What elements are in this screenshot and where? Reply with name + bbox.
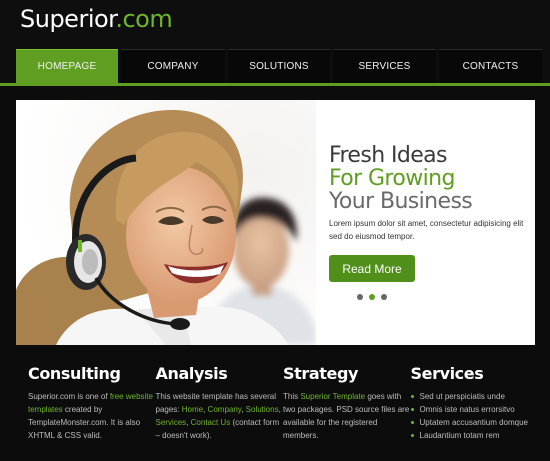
hero-line-1: Fresh Ideas	[329, 143, 447, 168]
column-analysis: Analysis This website template has sever…	[156, 364, 284, 442]
consulting-title: Consulting	[28, 364, 121, 383]
services-list-item[interactable]: Uptatem accusantium domque	[410, 416, 539, 429]
nav-item-solutions[interactable]: SOLUTIONS	[228, 49, 330, 83]
superior-template-link[interactable]: Superior Template	[300, 392, 365, 401]
hero-headline: Fresh Ideas For Growing Your Business	[329, 143, 473, 214]
separator: ,	[278, 405, 281, 414]
nav-item-contacts[interactable]: CONTACTS	[439, 49, 542, 83]
services-list-item[interactable]: Sed ut perspiciatis unde	[410, 390, 539, 403]
site-header: Superior.com HOMEPAGE COMPANY SOLUTIONS …	[0, 0, 550, 86]
hero-line-2: For Growing	[329, 166, 455, 191]
main-nav: HOMEPAGE COMPANY SOLUTIONS SERVICES CONT…	[16, 49, 550, 83]
solutions-link[interactable]: Solutions	[246, 405, 279, 414]
slide-dot-2[interactable]	[369, 294, 375, 300]
services-link[interactable]: Services	[156, 418, 187, 427]
services-list-item[interactable]: Laudantium totam rem	[410, 429, 539, 442]
logo-suffix: .com	[115, 5, 173, 33]
nav-item-company[interactable]: COMPANY	[121, 49, 225, 83]
column-services: Services Sed ut perspiciatis unde Omnis …	[410, 364, 539, 442]
site-logo[interactable]: Superior.com	[20, 5, 173, 33]
support-agent-photo	[16, 100, 316, 345]
read-more-button[interactable]: Read More	[329, 255, 415, 282]
slide-dot-1[interactable]	[357, 294, 363, 300]
services-list: Sed ut perspiciatis unde Omnis iste natu…	[410, 390, 539, 442]
services-title: Services	[410, 364, 484, 383]
nav-item-homepage[interactable]: HOMEPAGE	[16, 49, 118, 83]
hero-line-3: Your Business	[329, 189, 473, 214]
nav-divider	[0, 83, 550, 86]
slider-pagination	[357, 294, 387, 300]
feature-columns: Consulting Superior.com is one of free w…	[28, 364, 538, 442]
slide-dot-3[interactable]	[381, 294, 387, 300]
consulting-text-part: Superior.com is one of	[28, 392, 110, 401]
column-strategy: Strategy This Superior Template goes wit…	[283, 364, 411, 442]
logo-name: Superior	[20, 5, 116, 33]
contact-us-link[interactable]: Contact Us	[191, 418, 231, 427]
nav-item-services[interactable]: SERVICES	[333, 49, 436, 83]
services-list-item[interactable]: Omnis iste natus errorsitvo	[410, 403, 539, 416]
company-link[interactable]: Company	[208, 405, 242, 414]
analysis-title: Analysis	[155, 364, 228, 383]
hero-text: Lorem ipsum dolor sit amet, consectetur …	[329, 219, 524, 241]
column-consulting: Consulting Superior.com is one of free w…	[28, 364, 156, 442]
home-link[interactable]: Home	[182, 405, 203, 414]
strategy-text-part: This	[283, 392, 301, 401]
analysis-text: This website template has several pages:…	[156, 390, 284, 442]
hero-slider: Fresh Ideas For Growing Your Business Lo…	[16, 100, 535, 345]
strategy-title: Strategy	[283, 364, 359, 383]
consulting-text: Superior.com is one of free website temp…	[28, 390, 156, 442]
strategy-text: This Superior Template goes with two pac…	[283, 390, 411, 442]
